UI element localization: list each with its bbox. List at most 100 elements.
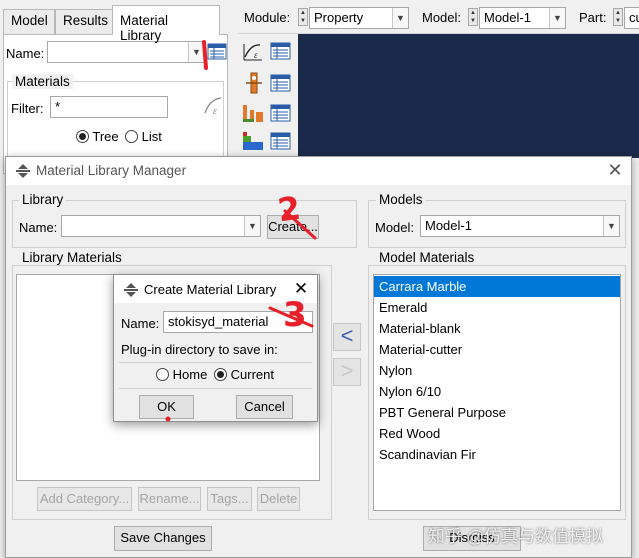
home-label: Home [172, 367, 208, 382]
material-edit-icon[interactable]: ε [202, 95, 224, 117]
tab-material-library[interactable]: Material Library [112, 5, 220, 43]
delete-button[interactable]: Delete [257, 487, 300, 511]
tree-radio-dot [76, 130, 89, 143]
material-library-panel: Name: ▼ Materials Filter: * ε Tree List [3, 34, 228, 174]
list-table-icon[interactable] [270, 104, 292, 124]
tags-button[interactable]: Tags... [207, 487, 252, 511]
dialog-titlebar: Material Library Manager ✕ [6, 157, 631, 185]
part-combo[interactable]: cut [624, 7, 639, 29]
list-table-icon[interactable] [207, 43, 227, 61]
tab-results[interactable]: Results [55, 9, 113, 34]
popup-title: Create Material Library [144, 282, 277, 297]
rename-button[interactable]: Rename... [138, 487, 201, 511]
cancel-button[interactable]: Cancel [236, 395, 293, 419]
material-library-manager-dialog: Material Library Manager ✕ Library Name:… [5, 156, 632, 558]
section-icon[interactable] [243, 71, 265, 95]
library-materials-title: Library Materials [19, 250, 125, 265]
model-label: Model: [422, 10, 462, 25]
manager-name-label: Name: [19, 220, 58, 235]
chevron-down-icon[interactable]: ▼ [392, 8, 408, 28]
graphics-viewport[interactable] [298, 34, 639, 158]
materials-group-title: Materials [12, 74, 73, 89]
add-category-button[interactable]: Add Category... [37, 487, 132, 511]
library-name-input-value: stokisyd_material [168, 314, 269, 329]
material-edit-icon[interactable]: ε [242, 40, 264, 62]
watermark-text: 知乎 @仿真与数值模拟 [428, 527, 603, 546]
list-table-icon[interactable] [270, 132, 292, 152]
svg-text:ε: ε [254, 50, 258, 60]
orientation-icon[interactable] [241, 132, 265, 152]
manager-model-value: Model-1 [425, 218, 472, 233]
list-radio[interactable]: List [125, 129, 162, 144]
list-item[interactable]: Material-blank [374, 318, 620, 339]
close-icon[interactable]: ✕ [292, 280, 310, 298]
list-item[interactable]: PBT General Purpose [374, 402, 620, 423]
list-label: List [141, 129, 162, 144]
popup-name-label: Name: [121, 316, 160, 331]
home-radio[interactable]: Home [156, 367, 207, 382]
arrow-right-icon[interactable]: > [333, 358, 361, 386]
close-icon[interactable]: ✕ [606, 161, 624, 179]
model-materials-title: Model Materials [376, 250, 478, 265]
module-value: Property [314, 10, 364, 25]
list-item[interactable]: Scandinavian Fir [374, 444, 620, 465]
part-spinner[interactable]: ▲ ▼ [613, 8, 623, 26]
current-label: Current [230, 367, 274, 382]
tags-label: Tags... [210, 491, 249, 506]
delete-label: Delete [259, 491, 298, 506]
list-item[interactable]: Emerald [374, 297, 620, 318]
tab-model-label: Model [11, 13, 48, 28]
tab-model[interactable]: Model [3, 9, 55, 34]
filter-value: * [55, 99, 61, 114]
library-name-input[interactable]: stokisyd_material [163, 311, 313, 333]
create-material-library-dialog: Create Material Library ✕ Name: stokisyd… [113, 274, 318, 422]
tab-results-label: Results [63, 13, 109, 28]
model-combo[interactable]: Model-1 ▼ [479, 7, 566, 29]
model-value: Model-1 [484, 10, 531, 25]
library-name-label: Name: [6, 46, 45, 61]
models-group-title: Models [376, 192, 426, 207]
manager-model-label: Model: [375, 220, 415, 235]
list-item[interactable]: Nylon 6/10 [374, 381, 620, 402]
part-label: Part: [579, 10, 607, 25]
chevron-down-icon[interactable]: ▼ [549, 8, 565, 28]
library-name-combo[interactable]: ▼ [47, 41, 205, 63]
manager-model-combo[interactable]: Model-1 ▼ [420, 215, 620, 237]
current-radio-dot [214, 368, 227, 381]
rename-label: Rename... [139, 491, 200, 506]
list-item[interactable]: Material-cutter [374, 339, 620, 360]
module-label: Module: [244, 10, 291, 25]
property-toolbox: ε [238, 34, 298, 158]
popup-titlebar: Create Material Library ✕ [114, 275, 317, 303]
model-materials-list[interactable]: Carrara Marble Emerald Material-blank Ma… [373, 274, 621, 511]
chevron-down-icon[interactable]: ▼ [244, 216, 260, 236]
list-item[interactable]: Red Wood [374, 423, 620, 444]
cancel-label: Cancel [244, 399, 285, 414]
save-changes-button[interactable]: Save Changes [114, 526, 212, 551]
create-library-button[interactable]: Create... [267, 215, 319, 239]
module-combo[interactable]: Property ▼ [309, 7, 409, 29]
list-table-icon[interactable] [270, 74, 292, 94]
plugin-directory-label: Plug-in directory to save in: [121, 342, 278, 357]
popup-separator [119, 362, 312, 363]
tree-label: Tree [92, 129, 119, 144]
abaqus-logo-icon [15, 164, 31, 178]
chevron-down-icon[interactable]: ▼ [603, 216, 619, 236]
chevron-down-icon[interactable]: ▼ [188, 42, 204, 62]
list-item[interactable]: Nylon [374, 360, 620, 381]
ok-button[interactable]: OK [139, 395, 194, 419]
part-value: cut [629, 10, 639, 25]
module-tab-bar: Model Results Material Library [0, 0, 230, 43]
current-radio[interactable]: Current [214, 367, 274, 382]
list-table-icon[interactable] [270, 42, 292, 62]
list-item[interactable]: Carrara Marble [374, 276, 620, 297]
manager-library-combo[interactable]: ▼ [61, 215, 261, 237]
profile-icon[interactable] [241, 102, 265, 124]
dialog-title: Material Library Manager [36, 163, 187, 178]
filter-input[interactable]: * [50, 96, 168, 118]
module-spinner[interactable]: ▲ ▼ [298, 8, 308, 26]
model-spinner[interactable]: ▲ ▼ [468, 8, 478, 26]
tree-radio[interactable]: Tree [76, 129, 119, 144]
add-category-label: Add Category... [39, 491, 130, 506]
arrow-left-icon[interactable]: < [333, 323, 361, 351]
